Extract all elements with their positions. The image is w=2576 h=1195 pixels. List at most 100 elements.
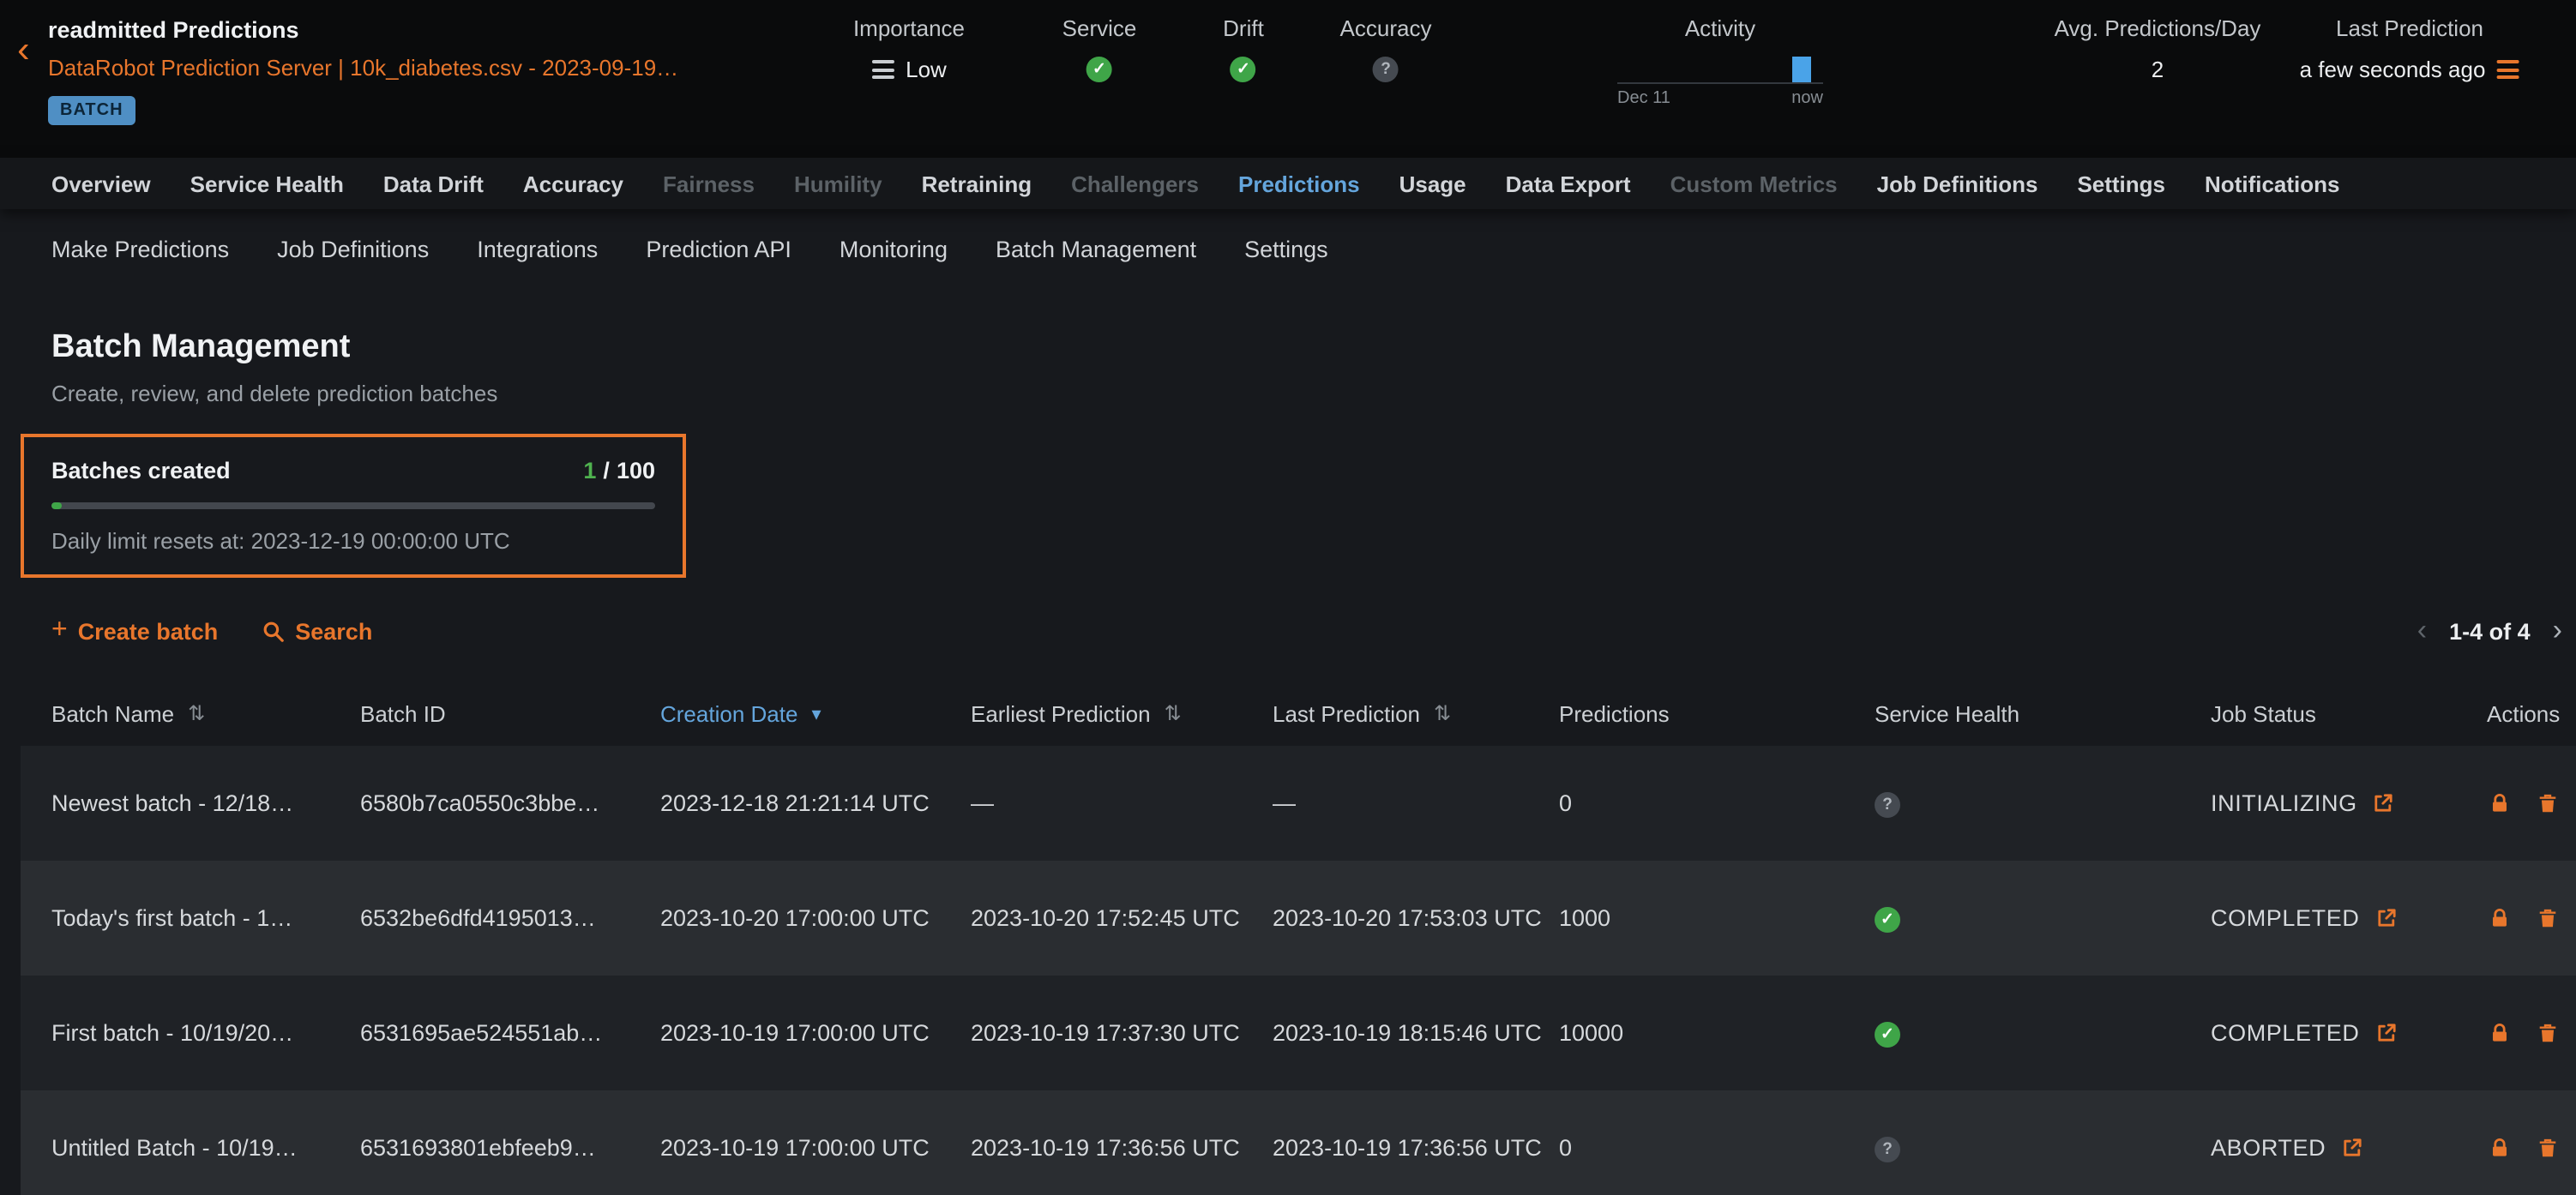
actions-cell	[2487, 1137, 2576, 1159]
menu-icon[interactable]	[2497, 60, 2519, 79]
stat-accuracy-label: Accuracy	[1340, 15, 1432, 41]
trash-icon[interactable]	[2537, 1022, 2559, 1044]
batches-used-count: 1	[583, 458, 596, 483]
batch-id-cell: 6532be6dfd4195013…	[360, 905, 660, 931]
column-header-creation-date[interactable]: Creation Date ▾	[660, 700, 971, 726]
column-header-earliest-prediction[interactable]: Earliest Prediction ⇅	[971, 700, 1273, 726]
tab-retraining[interactable]: Retraining	[922, 171, 1032, 196]
batch-name-cell: First batch - 10/19/20…	[51, 1020, 360, 1046]
external-link-icon[interactable]	[2341, 1137, 2363, 1159]
tab-accuracy[interactable]: Accuracy	[523, 171, 623, 196]
stat-drift-label: Drift	[1223, 15, 1264, 41]
creation-date-cell: 2023-12-18 21:21:14 UTC	[660, 790, 971, 816]
create-batch-button[interactable]: + Create batch	[51, 618, 218, 644]
sort-icon: ⇅	[1165, 701, 1182, 725]
service-health-cell	[1875, 1133, 2211, 1162]
batches-limit-count: 100	[617, 458, 655, 483]
table-row: Today's first batch - 1… 6532be6dfd41950…	[21, 861, 2576, 976]
tab-settings[interactable]: Settings	[2077, 171, 2165, 196]
lock-icon[interactable]	[2489, 907, 2511, 929]
page-prev-icon[interactable]: ‹	[2417, 617, 2427, 645]
column-header-last-prediction[interactable]: Last Prediction ⇅	[1273, 700, 1559, 726]
column-header-batch-name[interactable]: Batch Name ⇅	[51, 700, 360, 726]
batch-name-cell: Untitled Batch - 10/19…	[51, 1135, 360, 1161]
service-status-icon	[1086, 57, 1112, 82]
tab-custom-metrics: Custom Metrics	[1670, 171, 1838, 196]
subtab-batch-management[interactable]: Batch Management	[996, 236, 1196, 261]
column-header-actions: Actions	[2487, 700, 2576, 726]
tab-fairness: Fairness	[663, 171, 755, 196]
batches-progress-track	[51, 502, 655, 509]
column-label: Actions	[2487, 700, 2560, 726]
creation-date-cell: 2023-10-19 17:00:00 UTC	[660, 1135, 971, 1161]
page-next-icon[interactable]: ›	[2553, 617, 2562, 645]
creation-date-cell: 2023-10-19 17:00:00 UTC	[660, 1020, 971, 1046]
lock-icon[interactable]	[2489, 1137, 2511, 1159]
trash-icon[interactable]	[2537, 907, 2559, 929]
actions-cell	[2487, 1022, 2576, 1044]
subtab-prediction-api[interactable]: Prediction API	[646, 236, 791, 261]
stat-accuracy: Accuracy	[1340, 15, 1432, 82]
tab-service-health[interactable]: Service Health	[190, 171, 344, 196]
batches-created-count: 1 / 100	[583, 458, 655, 483]
subtab-integrations[interactable]: Integrations	[477, 236, 598, 261]
tab-data-export[interactable]: Data Export	[1506, 171, 1631, 196]
external-link-icon[interactable]	[2374, 907, 2397, 929]
tab-usage[interactable]: Usage	[1399, 171, 1466, 196]
subtab-make-predictions[interactable]: Make Predictions	[51, 236, 229, 261]
table-row: First batch - 10/19/20… 6531695ae524551a…	[21, 976, 2576, 1090]
predictions-count-cell: 0	[1559, 790, 1875, 816]
stat-importance: Importance Low	[853, 15, 965, 82]
subtab-job-definitions[interactable]: Job Definitions	[277, 236, 429, 261]
column-label: Job Status	[2211, 700, 2316, 726]
predictions-count-cell: 0	[1559, 1135, 1875, 1161]
batch-id-cell: 6531693801ebfeeb9…	[360, 1135, 660, 1161]
external-link-icon[interactable]	[2374, 1022, 2397, 1044]
search-button[interactable]: Search	[262, 618, 372, 644]
tab-predictions[interactable]: Predictions	[1238, 171, 1360, 196]
deployment-subtitle[interactable]: DataRobot Prediction Server | 10k_diabet…	[48, 55, 678, 81]
back-icon[interactable]: ‹	[17, 31, 30, 69]
trash-icon[interactable]	[2537, 792, 2559, 814]
column-label: Creation Date	[660, 700, 797, 726]
stat-last-prediction-value: a few seconds ago	[2300, 57, 2486, 82]
column-header-predictions: Predictions	[1559, 700, 1875, 726]
lock-icon[interactable]	[2489, 1022, 2511, 1044]
deployment-header: ‹ readmitted Predictions DataRobot Predi…	[0, 0, 2576, 158]
table-header: Batch Name ⇅ Batch ID Creation Date ▾ Ea…	[21, 681, 2576, 746]
column-header-batch-id: Batch ID	[360, 700, 660, 726]
tab-notifications[interactable]: Notifications	[2205, 171, 2339, 196]
app-viewport: ‹ readmitted Predictions DataRobot Predi…	[0, 0, 2576, 1195]
tab-job-definitions[interactable]: Job Definitions	[1877, 171, 2038, 196]
column-label: Predictions	[1559, 700, 1670, 726]
external-link-icon[interactable]	[2373, 792, 2395, 814]
stat-activity: Activity Dec 11 now	[1617, 15, 1823, 108]
sort-icon: ⇅	[188, 701, 205, 725]
predictions-count-cell: 10000	[1559, 1020, 1875, 1046]
batches-quota-box: Batches created 1 / 100 Daily limit rese…	[21, 434, 686, 578]
column-header-job-status: Job Status	[2211, 700, 2487, 726]
service-health-icon	[1875, 1137, 1900, 1162]
tab-overview[interactable]: Overview	[51, 171, 151, 196]
quota-separator: /	[603, 458, 610, 483]
lock-icon[interactable]	[2489, 792, 2511, 814]
primary-nav: Overview Service Health Data Drift Accur…	[0, 158, 2576, 209]
search-icon	[262, 620, 285, 642]
subtab-settings[interactable]: Settings	[1244, 236, 1328, 261]
table-row: Newest batch - 12/18… 6580b7ca0550c3bbe……	[21, 746, 2576, 861]
column-label: Last Prediction	[1273, 700, 1420, 726]
accuracy-status-icon	[1373, 57, 1399, 82]
page-subtitle: Create, review, and delete prediction ba…	[51, 381, 2525, 406]
stat-avg-predictions-value: 2	[2152, 57, 2164, 82]
column-label: Batch ID	[360, 700, 446, 726]
pagination: ‹ 1-4 of 4 ›	[2417, 617, 2562, 645]
search-label: Search	[295, 618, 372, 644]
stat-service: Service	[1062, 15, 1137, 82]
stat-avg-predictions-label: Avg. Predictions/Day	[2055, 15, 2261, 41]
trash-icon[interactable]	[2537, 1137, 2559, 1159]
job-status-label: ABORTED	[2211, 1135, 2326, 1161]
batches-progress-fill	[51, 502, 62, 509]
job-status-label: COMPLETED	[2211, 905, 2359, 931]
column-label: Service Health	[1875, 700, 2019, 726]
tab-data-drift[interactable]: Data Drift	[383, 171, 484, 196]
